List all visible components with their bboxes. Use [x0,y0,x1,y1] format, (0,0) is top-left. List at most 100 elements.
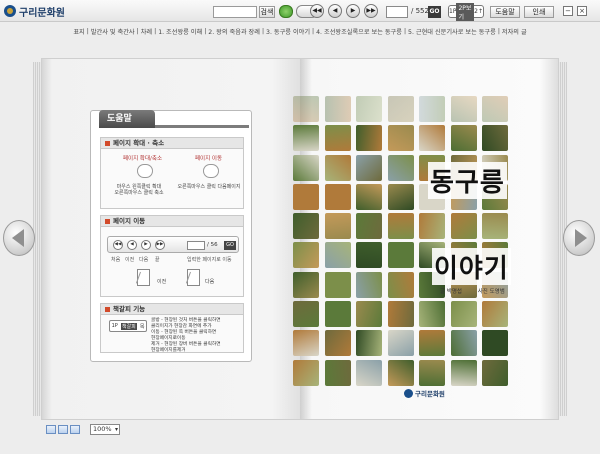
cover-photo-tile [324,301,351,328]
cover-photo-tile [387,301,414,328]
next-icon: ▶ [141,240,151,250]
move-note: 오른쪽마우스 클릭 다음페이지 [177,184,241,190]
cover-photo-tile [387,330,414,357]
close-icon[interactable]: × [577,6,587,16]
cover-photo-tile [387,242,414,269]
cover-photo-tile [450,96,477,122]
bookmark-notes: 골방 - 현장된 것처 버튼을 클릭하면 클리이지가 현장감 화면에 추가 이동… [151,318,221,353]
last-icon: ▶▶ [155,240,165,250]
prev-page-button[interactable]: ◀ [328,4,342,18]
cover-photo-tile [293,271,319,298]
next-spread-arrow-icon[interactable] [563,220,595,256]
cover-photo-tile [450,301,477,328]
cover-photo-tile [450,125,477,152]
cover-photo-tile [387,96,414,122]
view-mode-toggle[interactable]: 1P 2P보기 2↑ [448,2,484,21]
cover-photo-tile [293,125,319,152]
page-number-input[interactable] [386,6,408,18]
cover-photo-tile [293,359,319,386]
help-title: 도움말 [99,110,155,128]
cover-photo-tile [324,96,351,122]
chapter-link-1[interactable]: 1. 조선왕릉 이해 [157,27,203,36]
first-icon: ◀◀ [113,240,123,250]
chapter-link-4[interactable]: 4. 조선왕조실록으로 보는 동구릉 [315,27,403,36]
cover-photo-tile [324,213,351,240]
chapter-link-toc[interactable]: 차례 [140,27,153,36]
cover-photo-tile [387,154,414,181]
cover-photo-tile [356,330,382,357]
cover-photo-tile [450,330,477,357]
cover-photo-tile [482,301,508,328]
cover-photo-tile [387,125,414,152]
next-page-button[interactable]: ▶ [346,4,360,18]
cover-photo-tile [324,125,351,152]
cover-photo-tile [356,213,382,240]
cover-credits: 글 박명섭 사진 도영범 [440,287,519,295]
search-button[interactable]: 검색 [259,6,275,18]
section-title: 책갈피 기능 [101,304,243,315]
cover-photographer: 사진 도영범 [477,289,505,295]
help-title-rule [155,125,249,128]
cover-photo-tile [482,125,508,152]
cover-photo-tile [419,359,445,386]
cover-photo-tile [293,330,319,357]
cover-photo-tile [356,301,382,328]
cover-photo-tile [293,242,319,269]
print-button[interactable]: 인쇄 [524,6,554,18]
logo-icon [4,5,16,17]
book-cover [293,96,515,388]
cover-photo-tile [482,96,508,122]
cover-photo-tile [387,183,414,210]
cover-photo-tile [356,96,382,122]
chapter-link-cover[interactable]: 표지 [72,27,85,36]
cover-photo-tile [324,271,351,298]
cover-photo-tile [419,213,445,240]
cover-photo-tile [324,359,351,386]
cover-photo-tile [356,271,382,298]
chapter-link-2[interactable]: 2. 왕의 죽음과 장례 [207,27,261,36]
cover-photo-tile [419,301,445,328]
mini-page-input [187,241,205,250]
search-input[interactable] [213,6,257,18]
chapter-link-author[interactable]: 저자의 글 [501,27,528,36]
first-page-button[interactable]: ◀◀ [310,4,324,18]
help-panel: 도움말 페이지 확대 · 축소 페이지 확대/축소 페이지 이동 마우스 왼쪽클… [90,110,252,362]
view-2p[interactable]: 2P보기 [456,2,475,21]
bottom-bar: 100% [0,420,600,454]
chat-icon[interactable] [279,5,293,18]
prev-spread-arrow-icon[interactable] [3,220,35,256]
help-button[interactable]: 도움말 [490,6,520,18]
cover-photo-tile [419,330,445,357]
thumbnail-view-icon[interactable] [46,425,82,435]
chapter-link-5[interactable]: 5. 근현대 신문기사로 보는 동구릉 [407,27,497,36]
cover-photo-tile [356,125,382,152]
help-section-bookmark: 책갈피 기능 1P 책갈피 목 골방 - 현장된 것처 버튼을 클릭하면 클리이… [100,303,244,353]
cover-photo-tile [482,213,508,240]
cover-photo-tile [419,125,445,152]
go-button[interactable]: GO [428,6,441,18]
chapter-link-preface[interactable]: 발간사 및 축간사 [90,27,136,36]
chapter-link-3[interactable]: 3. 동구릉 이야기 [265,27,311,36]
zoom-note: 마우스 왼쪽클릭 확대 오른쪽마우스 클릭 축소 [114,184,164,196]
cover-photo-tile [356,359,382,386]
app-logo: 구리문화원 [4,4,65,19]
last-page-button[interactable]: ▶▶ [364,4,378,18]
cover-photo-tile [356,183,382,210]
mouse-icon [203,164,219,178]
view-1p[interactable]: 1P [449,8,456,15]
view-up[interactable]: 2↑ [474,8,483,15]
minimize-icon[interactable]: − [563,6,573,16]
publisher-logo-icon [404,388,413,398]
cover-photo-tile [324,330,351,357]
cover-photo-tile [387,271,414,298]
cover-photo-tile [356,154,382,181]
cover-photo-tile [450,359,477,386]
zoom-select[interactable]: 100% [90,424,120,435]
cover-photo-tile [482,330,508,357]
cover-photo-tile [482,359,508,386]
cover-photo-tile [293,183,319,210]
help-section-move: 페이지 이동 ◀◀ ◀ ▶ ▶▶ / 56 GO 처음 이전 다음 끝 입력한 … [100,215,244,297]
zoom-caption: 페이지 확대/축소 [123,156,163,162]
page-total: / 552 [411,7,429,15]
mini-nav-demo: ◀◀ ◀ ▶ ▶▶ / 56 GO [107,236,239,253]
